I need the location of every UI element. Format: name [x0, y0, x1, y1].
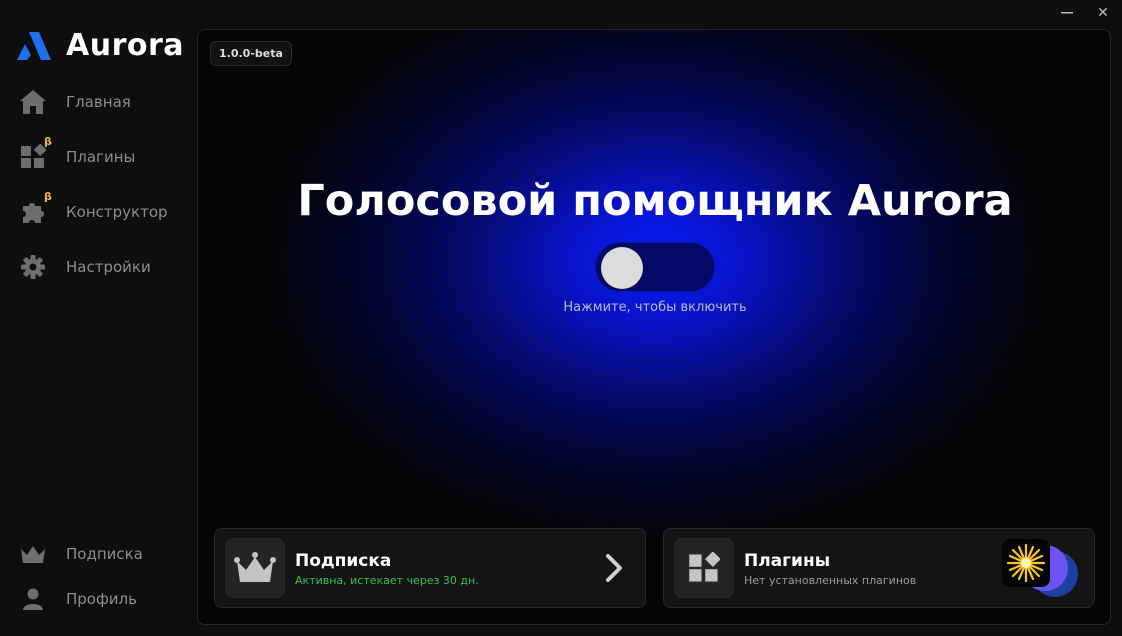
toggle-knob: [601, 247, 643, 289]
sidebar-item-home[interactable]: Главная: [18, 84, 188, 119]
gear-icon: [18, 252, 48, 282]
sidebar-item-profile[interactable]: Профиль: [18, 581, 188, 616]
subscription-status: Активна, истекает через 30 дн.: [295, 574, 479, 587]
sidebar-nav: Главная β Плагины β Конструктор Настройк…: [18, 84, 188, 304]
user-icon: [18, 584, 48, 614]
sidebar-item-settings[interactable]: Настройки: [18, 249, 188, 284]
sidebar-bottom-nav: Подписка Профиль: [18, 536, 188, 626]
sidebar-item-constructor[interactable]: β Конструктор: [18, 190, 188, 229]
app-name: Aurora: [66, 28, 185, 63]
card-title: Плагины: [744, 551, 831, 571]
sidebar: Aurora Главная β Плагины β Конструктор Н…: [0, 0, 197, 636]
brand[interactable]: Aurora: [16, 28, 184, 63]
sidebar-item-label: Настройки: [66, 257, 151, 276]
sidebar-item-subscription[interactable]: Подписка: [18, 536, 188, 571]
subscription-card[interactable]: Подписка Активна, истекает через 30 дн.: [214, 528, 646, 608]
sidebar-item-label: Профиль: [66, 589, 137, 608]
crown-icon: [225, 538, 285, 598]
version-badge: 1.0.0-beta: [210, 41, 292, 66]
window-controls: ✕: [1056, 2, 1114, 24]
home-icon: [18, 87, 48, 117]
plugins-icon: [674, 538, 734, 598]
page-title: Голосовой помощник Aurora: [297, 176, 1013, 226]
card-title: Подписка: [295, 551, 392, 571]
crown-icon: [18, 539, 48, 569]
sidebar-item-label: Главная: [66, 92, 131, 111]
close-icon[interactable]: ✕: [1092, 2, 1114, 24]
main-panel: 1.0.0-beta Голосовой помощник Aurora Наж…: [197, 29, 1111, 625]
beta-badge: β: [44, 190, 52, 203]
sidebar-item-label: Плагины: [66, 147, 136, 166]
minimize-icon[interactable]: [1056, 2, 1078, 24]
plugin-sparkle-icon: [1002, 539, 1050, 587]
sidebar-item-plugins[interactable]: β Плагины: [18, 135, 188, 174]
sidebar-item-label: Подписка: [66, 544, 143, 563]
assistant-toggle[interactable]: [595, 242, 715, 292]
beta-badge: β: [44, 135, 52, 148]
plugin-icons-decoration: [1002, 537, 1084, 603]
toggle-hint: Нажмите, чтобы включить: [563, 300, 747, 315]
plugins-card[interactable]: Плагины Нет установленных плагинов: [663, 528, 1095, 608]
chevron-right-icon[interactable]: [603, 553, 625, 583]
sidebar-item-label: Конструктор: [66, 202, 168, 221]
aurora-logo-icon: [17, 31, 51, 60]
plugins-status: Нет установленных плагинов: [744, 574, 917, 587]
